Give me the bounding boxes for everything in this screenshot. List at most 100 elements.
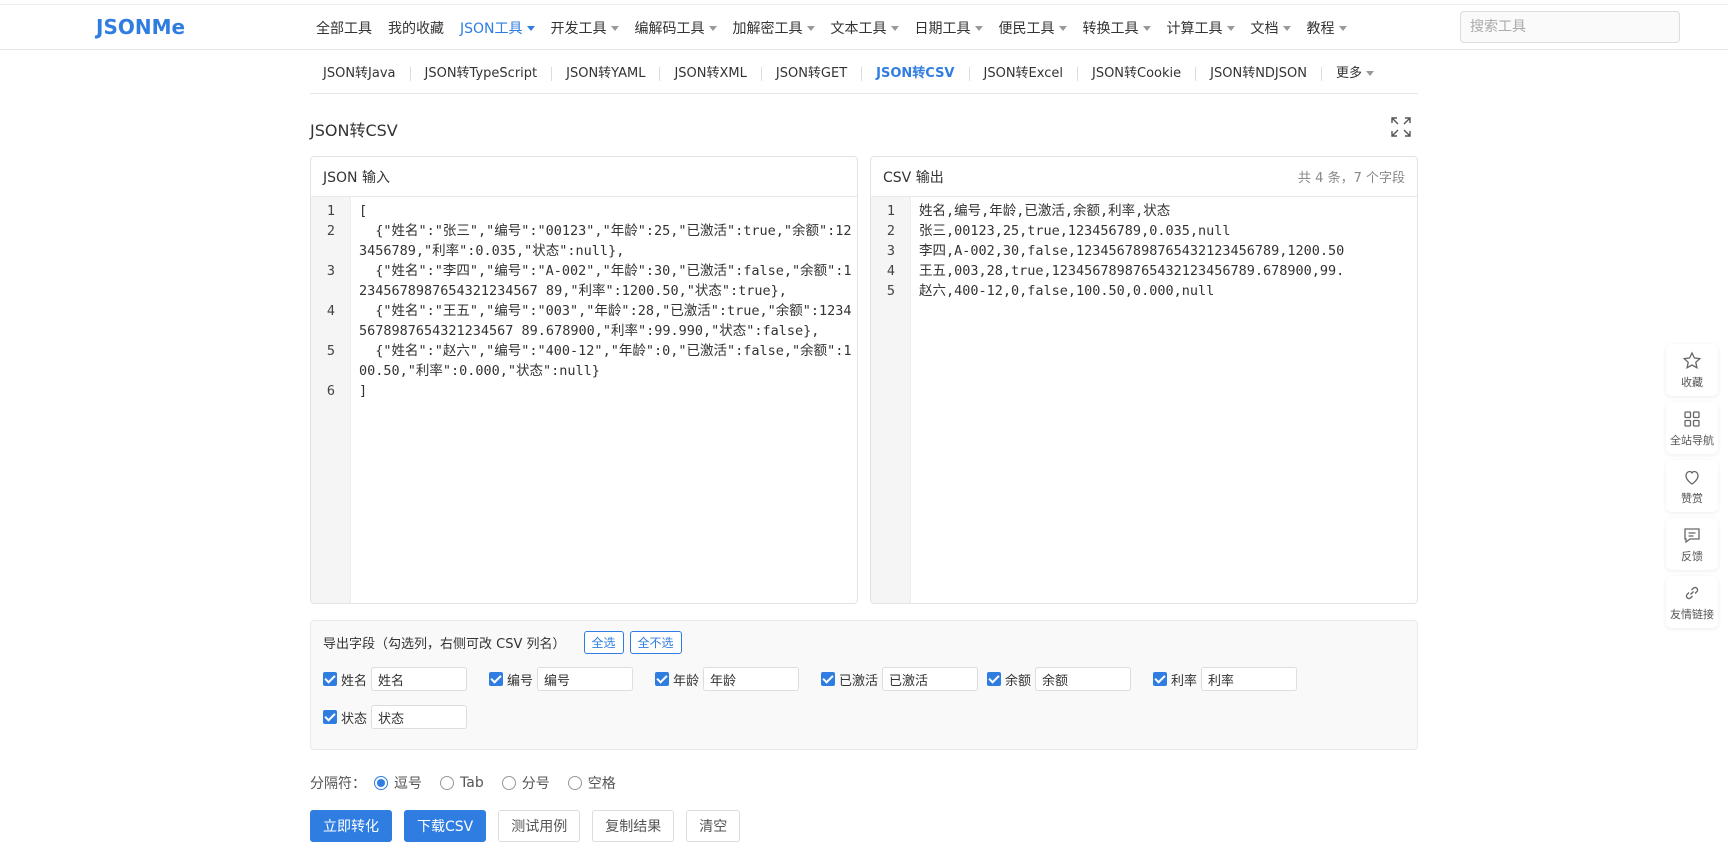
- sub-menu-item[interactable]: JSON转XML: [660, 66, 762, 81]
- main-menu-item[interactable]: 教程: [1307, 18, 1347, 38]
- delimiter-option[interactable]: 逗号: [374, 773, 422, 793]
- field-item: 余额: [987, 667, 1153, 691]
- sub-menu-item[interactable]: JSON转YAML: [552, 66, 661, 81]
- delimiter-option[interactable]: Tab: [440, 775, 484, 791]
- main-menu-label: 文档: [1250, 21, 1279, 37]
- field-checkbox[interactable]: [821, 672, 835, 686]
- line-text: {"姓名":"王五","编号":"003","年龄":28,"已激活":true…: [359, 303, 852, 339]
- json-input-editor[interactable]: 1[2 {"姓名":"张三","编号":"00123","年龄":25,"已激活…: [311, 197, 857, 603]
- main-menu-label: 文本工具: [830, 21, 887, 37]
- json-input-title: JSON 输入: [323, 169, 390, 186]
- main-menu-item[interactable]: 全部工具: [316, 18, 372, 38]
- sub-menu-item[interactable]: JSON转CSV: [862, 65, 970, 81]
- sub-menu: JSON转Java JSON转TypeScript JSON转YAML JSON转XM…: [310, 54, 1418, 94]
- link-icon: [1685, 586, 1699, 599]
- main-menu-item[interactable]: 计算工具: [1167, 18, 1235, 38]
- main-menu-label: 加解密工具: [732, 21, 803, 37]
- main-menu-label: 便民工具: [998, 21, 1055, 37]
- code-line: 5 {"姓名":"赵六","编号":"400-12","年龄":0,"已激活":…: [311, 341, 857, 381]
- main-menu-label: 我的收藏: [388, 21, 444, 37]
- field-rename-input[interactable]: [882, 667, 979, 691]
- select-all-button[interactable]: 全选: [583, 631, 624, 654]
- side-tool-5[interactable]: 友情链接: [1666, 576, 1718, 628]
- field-rename-input[interactable]: [537, 667, 634, 691]
- field-checkbox[interactable]: [1153, 672, 1167, 686]
- sample-button[interactable]: 测试用例: [498, 810, 581, 842]
- delimiter-option-label: 空格: [587, 776, 616, 792]
- sub-menu-item[interactable]: JSON转NDJSON: [1196, 66, 1322, 81]
- delimiter-label: 分隔符：: [310, 776, 366, 792]
- field-rename-input[interactable]: [371, 705, 468, 729]
- export-fields-header: 导出字段（勾选列，右侧可改 CSV 列名） 全选 全不选: [323, 631, 688, 654]
- line-number: 6: [326, 383, 336, 399]
- sub-menu-label: JSON转CSV: [876, 65, 955, 81]
- main-menu-label: 计算工具: [1166, 21, 1223, 37]
- clear-button[interactable]: 清空: [686, 810, 741, 842]
- main-menu-item[interactable]: 编解码工具: [635, 18, 717, 38]
- field-checkbox[interactable]: [323, 672, 337, 686]
- side-tool-2[interactable]: 全站导航: [1666, 402, 1718, 454]
- field-checkbox[interactable]: [323, 710, 337, 724]
- caret-down-icon: [806, 25, 815, 31]
- side-tool-1[interactable]: 收藏: [1666, 344, 1718, 396]
- main-menu-item[interactable]: 日期工具: [915, 18, 983, 38]
- field-rename-input[interactable]: [1201, 667, 1298, 691]
- code-line: 4 王五,003,28,true,123456789876543212345678…: [871, 261, 1417, 281]
- search-input[interactable]: [1460, 11, 1680, 43]
- sub-menu-label: JSON转GET: [775, 65, 848, 81]
- select-none-button[interactable]: 全不选: [629, 631, 682, 654]
- caret-down-icon: [1058, 25, 1067, 31]
- delimiter-option[interactable]: 分号: [501, 773, 550, 793]
- main-menu-item[interactable]: 文本工具: [831, 18, 899, 38]
- field-row: 姓名 编号 年龄 已激活 余额 利率: [323, 667, 1319, 691]
- export-fields-title: 导出字段（勾选列，右侧可改 CSV 列名）: [323, 637, 566, 652]
- field-checkbox[interactable]: [655, 672, 669, 686]
- sub-menu-item[interactable]: JSON转Cookie: [1078, 66, 1197, 81]
- main-menu-item[interactable]: 便民工具: [999, 18, 1067, 38]
- line-number: 3: [886, 243, 896, 259]
- main-menu-label: JSON工具: [460, 21, 523, 37]
- field-label: 年龄: [673, 673, 700, 689]
- delimiter-option[interactable]: 空格: [567, 773, 616, 793]
- field-row: 状态: [323, 705, 489, 729]
- field-rename-input[interactable]: [703, 667, 800, 691]
- grid-icon: [1684, 410, 1700, 427]
- delimiter-option-label: 逗号: [394, 776, 422, 792]
- sub-menu-item[interactable]: 更多: [1322, 66, 1388, 81]
- main-menu-item[interactable]: 我的收藏: [388, 18, 444, 38]
- fullscreen-icon[interactable]: [1390, 116, 1412, 138]
- field-rename-input[interactable]: [1035, 667, 1132, 691]
- field-checkbox[interactable]: [987, 672, 1001, 686]
- csv-output-meta: 共 4 条，7 个字段: [1298, 171, 1405, 186]
- brand-logo[interactable]: JSONMe: [96, 15, 185, 39]
- caret-down-icon: [1338, 25, 1347, 31]
- main-menu-label: 教程: [1306, 21, 1335, 37]
- radio-icon: [501, 776, 516, 790]
- line-text: 姓名,编号,年龄,已激活,余额,利率,状态: [919, 203, 1171, 219]
- csv-output-editor[interactable]: 1 姓名,编号,年龄,已激活,余额,利率,状态 2 张三,00123,25,true,…: [871, 197, 1417, 603]
- line-text: [: [359, 203, 368, 219]
- main-menu-item[interactable]: 转换工具: [1083, 18, 1151, 38]
- side-tool-4[interactable]: 反馈: [1666, 518, 1718, 570]
- line-text: 赵六,400-12,0,false,100.50,0.000,null: [919, 283, 1215, 299]
- action-bar: 立即转化 下载CSV 测试用例 复制结果 清空: [310, 810, 752, 842]
- code-line: 2 张三,00123,25,true,123456789,0.035,null: [871, 221, 1417, 241]
- field-rename-input[interactable]: [371, 667, 468, 691]
- main-menu-item[interactable]: 开发工具: [551, 18, 619, 38]
- line-number: 3: [326, 263, 336, 279]
- copy-result-button[interactable]: 复制结果: [592, 810, 675, 842]
- main-menu-item[interactable]: 加解密工具: [733, 18, 815, 38]
- sub-menu-item[interactable]: JSON转TypeScript: [411, 66, 553, 81]
- field-label: 姓名: [341, 673, 368, 689]
- download-csv-button[interactable]: 下载CSV: [404, 810, 487, 842]
- side-tool-3[interactable]: 赞赏: [1666, 460, 1718, 512]
- sub-menu-item[interactable]: JSON转GET: [762, 65, 863, 81]
- field-checkbox[interactable]: [489, 672, 503, 686]
- line-text: ]: [359, 383, 368, 399]
- main-menu-item[interactable]: JSON工具: [460, 18, 535, 38]
- sub-menu-item[interactable]: JSON转Excel: [970, 66, 1078, 81]
- convert-button[interactable]: 立即转化: [310, 810, 392, 842]
- main-menu-item[interactable]: 文档: [1251, 18, 1291, 38]
- csv-output-title: CSV 输出: [883, 169, 944, 186]
- sub-menu-item[interactable]: JSON转Java: [310, 66, 411, 81]
